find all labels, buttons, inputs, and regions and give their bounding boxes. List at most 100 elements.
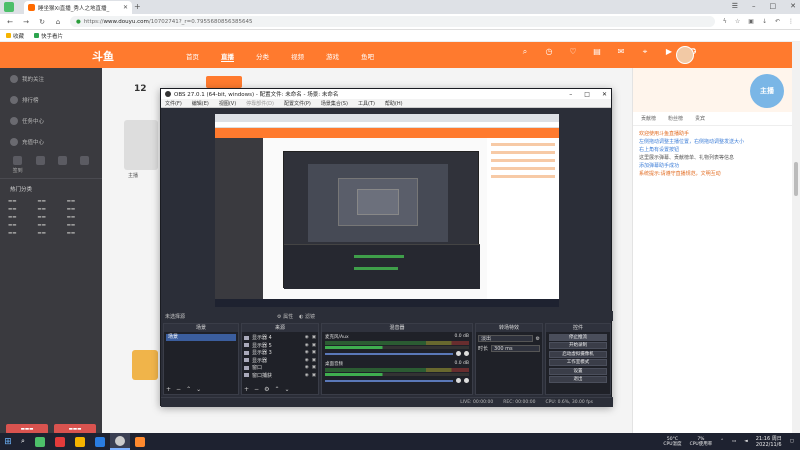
source-item[interactable]: 窗口 ◉ ▣ [244, 364, 316, 372]
remove-source-icon[interactable]: − [254, 386, 259, 393]
search-icon[interactable]: ⌕ [520, 47, 530, 57]
category-cell[interactable]: ▬▬ [67, 207, 94, 212]
source-item[interactable]: 窗口捕获 ◉ ▣ [244, 372, 316, 380]
category-cell[interactable]: ▬▬ [37, 231, 64, 236]
category-cell[interactable]: ▬▬ [67, 215, 94, 220]
studio-mode-button[interactable]: 工作室模式 [549, 359, 607, 366]
add-scene-icon[interactable]: + [166, 386, 171, 393]
taskbar-app[interactable] [130, 433, 150, 450]
virtual-camera-button[interactable]: 启动虚拟摄像机 [549, 350, 607, 358]
reload-icon[interactable]: ↻ [38, 18, 46, 26]
category-cell[interactable]: ▬▬ [8, 199, 35, 204]
menu-file[interactable]: 文件(F) [165, 100, 182, 107]
category-cell[interactable]: ▬▬ [67, 199, 94, 204]
lock-icon[interactable]: ▣ [312, 343, 316, 348]
tab-fans[interactable]: 粉丝榜 [668, 115, 683, 122]
shortcut[interactable] [58, 156, 68, 174]
follow-icon[interactable]: ♡ [568, 47, 578, 57]
transition-select[interactable]: 淡出 [478, 335, 533, 342]
forward-icon[interactable]: → [22, 18, 30, 26]
browser-logo-icon[interactable] [4, 2, 14, 12]
nav-category[interactable]: 分类 [256, 51, 269, 62]
menu-icon[interactable]: ☰ [732, 2, 738, 10]
back-icon[interactable]: ← [6, 18, 14, 26]
cpu-temp-widget[interactable]: 50°C CPU温度 [663, 437, 681, 447]
eye-icon[interactable]: ◉ [305, 373, 309, 378]
cpu-usage-widget[interactable]: 7% CPU使用率 [690, 437, 713, 447]
shortcut[interactable] [80, 156, 90, 174]
eye-icon[interactable]: ◉ [305, 350, 309, 355]
channel-settings-icon[interactable] [464, 378, 469, 383]
source-item[interactable]: 显示器 ◉ ▣ [244, 357, 316, 365]
scene-item[interactable]: 场景 [166, 334, 236, 341]
category-cell[interactable]: ▬▬ [67, 223, 94, 228]
windows-start-icon[interactable]: ⊞ [0, 437, 16, 447]
stop-streaming-button[interactable]: 停止推流 [549, 333, 607, 341]
clock[interactable]: 21:16 周日 2022/11/6 [756, 436, 782, 448]
category-cell[interactable]: ▬▬ [37, 207, 64, 212]
extension-icon[interactable]: ▣ [748, 18, 754, 25]
anchor-avatar[interactable] [124, 120, 158, 170]
category-cell[interactable]: ▬▬ [8, 215, 35, 220]
category-cell[interactable]: ▬▬ [67, 231, 94, 236]
lock-icon[interactable]: ▣ [312, 335, 316, 340]
obs-close-icon[interactable]: ✕ [602, 91, 607, 98]
eye-icon[interactable]: ◉ [305, 365, 309, 370]
menu-docks[interactable]: 停靠部件(D) [246, 100, 274, 107]
shortcut[interactable] [35, 156, 45, 174]
move-up-icon[interactable]: ⌃ [274, 386, 279, 393]
source-settings-icon[interactable]: ⚙ [264, 386, 269, 393]
volume-icon[interactable]: ◄ [744, 439, 747, 444]
chat-banner[interactable]: 主播 [750, 74, 784, 108]
eye-icon[interactable]: ◉ [305, 335, 309, 340]
obs-preview[interactable] [215, 114, 559, 307]
category-cell[interactable]: ▬▬ [8, 207, 35, 212]
page-scrollbar[interactable] [792, 42, 800, 433]
scrollbar-thumb[interactable] [794, 162, 798, 196]
menu-view[interactable]: 视图(V) [219, 100, 236, 107]
undo-icon[interactable]: ↶ [775, 18, 780, 25]
tab-close-icon[interactable]: ✕ [123, 4, 128, 11]
tab-contribution[interactable]: 贡献榜 [641, 115, 656, 122]
signin-shortcut[interactable]: 签到 [13, 156, 23, 174]
message-icon[interactable]: ✉ [616, 47, 626, 57]
home-icon[interactable]: ⌂ [54, 18, 62, 26]
transition-settings-icon[interactable]: ⚙ [536, 336, 540, 342]
exit-button[interactable]: 退出 [549, 376, 607, 383]
menu-profile[interactable]: 配置文件(P) [284, 100, 311, 107]
taskbar-app[interactable] [90, 433, 110, 450]
lock-icon[interactable]: ▣ [312, 350, 316, 355]
sidebar-item-tasks[interactable]: 任务中心 [0, 110, 102, 131]
network-icon[interactable]: ▭ [732, 439, 736, 444]
add-source-icon[interactable]: + [244, 386, 249, 393]
category-cell[interactable]: ▬▬ [37, 215, 64, 220]
move-down-icon[interactable]: ⌄ [196, 386, 201, 393]
move-up-icon[interactable]: ⌃ [186, 386, 191, 393]
volume-slider[interactable] [325, 352, 453, 355]
properties-button[interactable]: ⚙ 属性 [277, 313, 293, 320]
menu-scene-collection[interactable]: 场景集合(S) [321, 100, 348, 107]
remove-scene-icon[interactable]: − [176, 386, 181, 393]
duration-input[interactable]: 300 ms [491, 345, 540, 352]
bookmark-item[interactable]: 快手看片 [34, 32, 63, 40]
star-icon[interactable]: ☆ [735, 18, 740, 25]
browser-tab[interactable]: 睡坐猴Xi直播_秀人之地直播_ ✕ [24, 1, 132, 14]
lock-icon[interactable]: ▣ [312, 373, 316, 378]
settings-button[interactable]: 设置 [549, 367, 607, 375]
more-icon[interactable]: ⋮ [788, 18, 794, 25]
sidebar-item-recharge[interactable]: 充值中心 [0, 131, 102, 152]
location-icon[interactable]: ⌖ [640, 47, 650, 57]
start-recording-button[interactable]: 开始录制 [549, 342, 607, 349]
nav-video[interactable]: 视频 [291, 51, 304, 62]
category-cell[interactable]: ▬▬ [8, 231, 35, 236]
eye-icon[interactable]: ◉ [305, 343, 309, 348]
source-item[interactable]: 显示器 5 ◉ ▣ [244, 342, 316, 350]
taskbar-app-obs[interactable] [110, 433, 130, 450]
taskbar-search-icon[interactable]: ⌕ [16, 437, 30, 446]
taskbar-app[interactable] [70, 433, 90, 450]
lock-icon[interactable]: ▣ [312, 358, 316, 363]
history-icon[interactable]: ◷ [544, 47, 554, 57]
menu-edit[interactable]: 编辑(E) [192, 100, 209, 107]
category-cell[interactable]: ▬▬ [37, 199, 64, 204]
obs-minimize-icon[interactable]: – [569, 91, 572, 98]
